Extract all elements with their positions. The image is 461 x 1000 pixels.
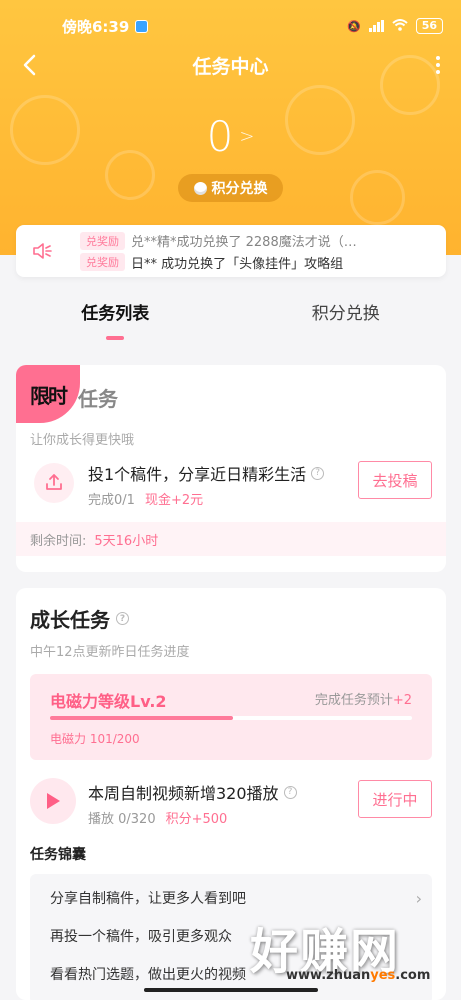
watermark-url-prefix: www.zhuan [286,968,371,983]
speaker-icon [30,238,56,264]
home-indicator[interactable] [144,988,318,992]
task-row: 投1个稿件，分享近日精彩生活 ? 完成0/1 现金+2元 去投稿 [30,455,432,515]
card-title: 任务 [78,387,118,411]
watermark-url-suffix: .com [395,968,431,983]
task-progress: 完成0/1 [88,493,135,508]
notice-line: 兑**精*成功兑换了 2288魔法才说（… [131,234,357,250]
back-arrow-icon [23,54,36,76]
task-title: 投1个稿件，分享近日精彩生活 [88,465,307,484]
more-options-icon[interactable] [433,52,443,78]
card-subtitle: 中午12点更新昨日任务进度 [30,645,190,660]
remaining-time-label: 剩余时间: [30,533,87,549]
notice-line: 日** 成功兑换了「头像挂件」攻略组 [131,256,344,272]
tip-item[interactable]: 分享自制稿件，让更多人看到吧 › [50,888,422,908]
tab-active-indicator [106,335,125,340]
app-notification-icon [135,19,149,33]
tab-points-exchange[interactable]: 积分兑换 [231,292,461,346]
help-icon[interactable]: ? [116,612,129,625]
page-title: 任务中心 [192,55,269,78]
level-progress-box: 电磁力等级Lv.2 完成任务预计+2 电磁力 101/200 [30,674,432,760]
mute-icon: 🔕 [346,19,361,33]
task-reward: 现金+2元 [144,493,204,508]
remaining-time-value: 5天16小时 [94,533,159,549]
forecast-value: +2 [392,693,412,708]
help-icon[interactable]: ? [283,785,297,799]
watermark-url-highlight: yes [370,968,396,983]
points-exchange-label: 积分兑换 [211,181,268,197]
in-progress-button[interactable]: 进行中 [358,780,432,818]
redemption-notice-banner: 兑奖励 兑奖励 兑**精*成功兑换了 2288魔法才说（… 日** 成功兑换了「… [16,225,446,277]
notice-tag: 兑奖励 [80,231,125,250]
task-progress: 播放 0/320 [88,812,156,827]
card-subtitle: 让你成长得更快哦 [30,433,135,448]
level-progress-bar [50,716,412,720]
battery-indicator: 56 [415,18,443,34]
upload-icon [34,463,74,503]
help-icon[interactable]: ? [311,466,325,480]
points-exchange-button[interactable]: 积分兑换 [178,174,283,202]
forecast-label: 完成任务预计 [314,693,393,708]
coin-icon [193,181,207,195]
task-title: 本周自制视频新增320播放 [88,784,279,803]
tab-label: 任务列表 [81,303,150,324]
tab-task-list[interactable]: 任务列表 [0,292,231,346]
task-reward: 积分+500 [165,812,228,827]
tip-text: 看看热门选题，做出更火的视频 [50,967,246,983]
tip-text: 再投一个稿件，吸引更多观众 [50,929,232,945]
task-row: 本周自制视频新增320播放 ? 播放 0/320 积分+500 进行中 [30,774,432,834]
level-progress-fill [50,716,233,720]
card-title: 成长任务 [30,608,110,632]
limited-time-task-card: 限时 任务 让你成长得更快哦 投1个稿件，分享近日精彩生活 ? 完成0/1 现金… [16,365,446,572]
tip-text: 分享自制稿件，让更多人看到吧 [50,891,246,907]
level-name: 电磁力等级Lv.2 [50,692,167,711]
limited-time-badge: 限时 [16,365,80,423]
tab-bar: 任务列表 积分兑换 [0,292,461,346]
level-forecast: 完成任务预计+2 [315,689,412,708]
points-display[interactable]: 0 > [0,112,461,161]
tips-heading: 任务锦囊 [30,847,86,863]
wifi-icon [392,18,408,34]
chevron-right-icon: > [239,126,255,147]
signal-icon [368,20,384,32]
watermark-url: www.zhuanyes.com [286,968,430,983]
points-value: 0 [206,112,234,161]
title-bar: 任务中心 [0,42,461,88]
submit-post-button[interactable]: 去投稿 [358,461,432,499]
back-button[interactable] [18,52,44,78]
remaining-time-strip: 剩余时间: 5天16小时 [16,522,446,556]
level-progress-text: 电磁力 101/200 [50,732,140,746]
chevron-right-icon: › [415,888,422,908]
tab-label: 积分兑换 [311,303,380,324]
notice-tag: 兑奖励 [80,252,125,271]
status-time: 傍晚6:39 [62,17,130,36]
play-icon [30,778,76,824]
